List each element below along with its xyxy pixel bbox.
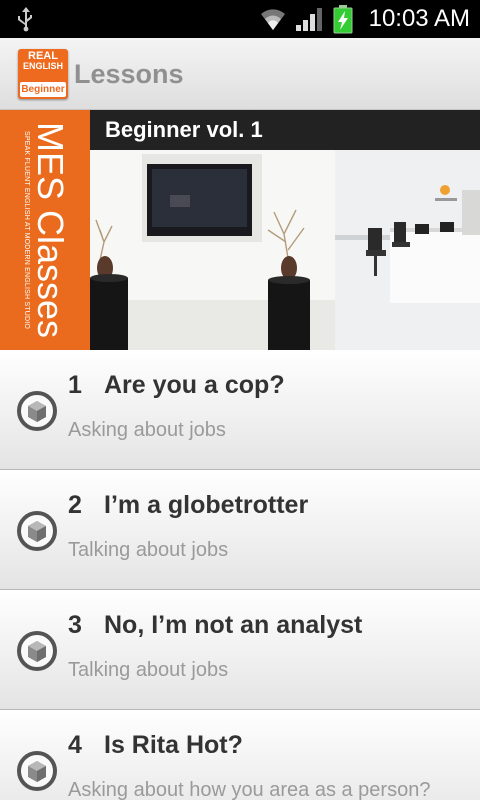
logo-text-english: ENGLISH xyxy=(22,61,63,71)
lesson-number: 2 xyxy=(68,491,82,519)
volume-bar: Beginner vol. 1 xyxy=(90,110,480,150)
course-banner: MES Classes SPEAK FLUENT ENGLISH AT MODE… xyxy=(0,110,480,350)
page-title: Lessons xyxy=(74,59,184,89)
signal-icon xyxy=(296,8,322,31)
studio-photo xyxy=(90,150,480,350)
mes-classes-title: MES Classes xyxy=(30,121,71,339)
lesson-title: Is Rita Hot? xyxy=(104,731,243,759)
lesson-subtitle: Asking about how you area as a person? xyxy=(68,779,431,800)
lesson-item-2[interactable]: 2 I’m a globetrotter Talking about jobs xyxy=(0,470,480,590)
mes-classes-tagline: SPEAK FLUENT ENGLISH AT MODERN ENGLISH S… xyxy=(23,130,30,330)
lesson-number: 1 xyxy=(68,371,82,399)
lesson-title: No, I’m not an analyst xyxy=(104,611,363,639)
action-bar: REAL ENGLISH Beginner Lessons xyxy=(0,38,480,110)
lesson-subtitle: Talking about jobs xyxy=(68,659,229,681)
lesson-item-1[interactable]: 1 Are you a cop? Asking about jobs xyxy=(0,350,480,470)
lesson-item-4[interactable]: 4 Is Rita Hot? Asking about how you area… xyxy=(0,710,480,800)
wifi-icon xyxy=(261,9,285,30)
volume-title: Beginner vol. 1 xyxy=(105,117,263,142)
status-bar: 10:03 AM xyxy=(0,0,480,38)
status-time: 10:03 AM xyxy=(368,5,470,32)
lesson-item-3[interactable]: 3 No, I’m not an analyst Talking about j… xyxy=(0,590,480,710)
logo-text-beginner: Beginner xyxy=(20,82,66,97)
battery-charging-icon xyxy=(333,5,353,34)
lesson-subtitle: Asking about jobs xyxy=(68,419,226,441)
lesson-cube-icon xyxy=(17,511,57,551)
lesson-cube-icon xyxy=(17,391,57,431)
lesson-number: 4 xyxy=(68,731,82,759)
usb-icon xyxy=(18,7,32,32)
lesson-title: I’m a globetrotter xyxy=(104,491,309,519)
lesson-list: 1 Are you a cop? Asking about jobs 2 I’m… xyxy=(0,350,480,800)
lesson-subtitle: Talking about jobs xyxy=(68,539,229,561)
lesson-number: 3 xyxy=(68,611,82,639)
mes-classes-tab: MES Classes SPEAK FLUENT ENGLISH AT MODE… xyxy=(0,110,90,350)
lesson-cube-icon xyxy=(17,751,57,791)
lesson-cube-icon xyxy=(17,631,57,671)
lesson-title: Are you a cop? xyxy=(104,371,285,399)
app-logo[interactable]: REAL ENGLISH Beginner xyxy=(18,49,68,99)
